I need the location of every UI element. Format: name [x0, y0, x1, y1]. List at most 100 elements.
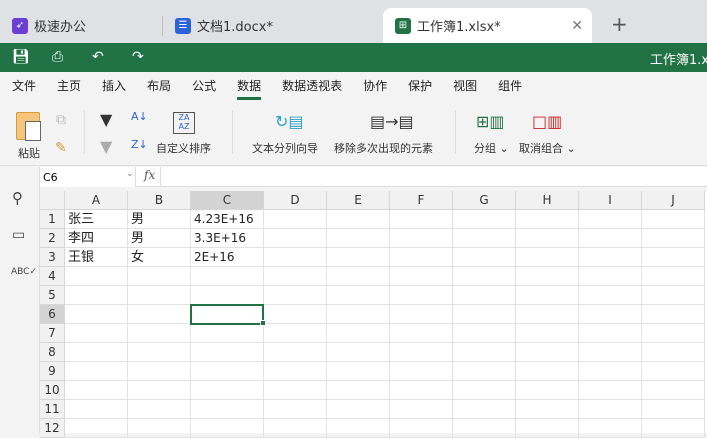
cell-I5[interactable] — [579, 286, 642, 305]
cell-B1[interactable]: 男 — [128, 210, 191, 229]
cell-A2[interactable]: 李四 — [65, 229, 128, 248]
ungroup-icon[interactable]: □▥ — [532, 112, 562, 131]
cell-E6[interactable] — [327, 305, 390, 324]
cell-E3[interactable] — [327, 248, 390, 267]
cell-J12[interactable] — [642, 419, 705, 438]
menu-item[interactable]: 数据透视表 — [282, 72, 342, 100]
cell-A12[interactable] — [65, 419, 128, 438]
cell-J9[interactable] — [642, 362, 705, 381]
cell-I1[interactable] — [579, 210, 642, 229]
cell-B7[interactable] — [128, 324, 191, 343]
cell-F11[interactable] — [390, 400, 453, 419]
select-all-corner[interactable] — [40, 191, 65, 210]
cell-D10[interactable] — [264, 381, 327, 400]
menu-item[interactable]: 公式 — [192, 72, 216, 100]
cell-J5[interactable] — [642, 286, 705, 305]
cell-I11[interactable] — [579, 400, 642, 419]
cell-G6[interactable] — [453, 305, 516, 324]
menu-item[interactable]: 插入 — [102, 72, 126, 100]
cell-B12[interactable] — [128, 419, 191, 438]
cell-D2[interactable] — [264, 229, 327, 248]
cell-F4[interactable] — [390, 267, 453, 286]
cell-I9[interactable] — [579, 362, 642, 381]
cell-C5[interactable] — [191, 286, 264, 305]
menu-item[interactable]: 保护 — [408, 72, 432, 100]
cell-H12[interactable] — [516, 419, 579, 438]
column-header[interactable]: A — [65, 191, 128, 210]
menu-item[interactable]: 协作 — [363, 72, 387, 100]
cell-I10[interactable] — [579, 381, 642, 400]
row-header[interactable]: 10 — [40, 381, 65, 400]
menu-item[interactable]: 组件 — [498, 72, 522, 100]
cell-D7[interactable] — [264, 324, 327, 343]
comment-icon[interactable]: ▭ — [12, 227, 25, 243]
column-header[interactable]: C — [191, 191, 264, 210]
cell-G2[interactable] — [453, 229, 516, 248]
cell-C8[interactable] — [191, 343, 264, 362]
cell-I8[interactable] — [579, 343, 642, 362]
cell-B3[interactable]: 女 — [128, 248, 191, 267]
cell-A3[interactable]: 王银 — [65, 248, 128, 267]
search-icon[interactable]: ⚲ — [12, 189, 23, 207]
cell-H9[interactable] — [516, 362, 579, 381]
cell-D5[interactable] — [264, 286, 327, 305]
cell-E12[interactable] — [327, 419, 390, 438]
cell-A6[interactable] — [65, 305, 128, 324]
cell-F6[interactable] — [390, 305, 453, 324]
cell-B9[interactable] — [128, 362, 191, 381]
menu-item[interactable]: 文件 — [12, 72, 36, 100]
cell-B11[interactable] — [128, 400, 191, 419]
cell-D9[interactable] — [264, 362, 327, 381]
sort-ascending-icon[interactable]: A↓ — [131, 110, 148, 123]
cell-C10[interactable] — [191, 381, 264, 400]
cell-C4[interactable] — [191, 267, 264, 286]
cell-F2[interactable] — [390, 229, 453, 248]
close-icon[interactable]: ✕ — [571, 18, 583, 34]
column-header[interactable]: H — [516, 191, 579, 210]
remove-duplicates-icon[interactable]: ▤→▤ — [370, 112, 414, 131]
group-icon[interactable]: ⊞▥ — [476, 112, 505, 131]
tab-home[interactable]: ➶ 极速办公 — [0, 8, 160, 43]
row-header[interactable]: 12 — [40, 419, 65, 438]
column-header[interactable]: J — [642, 191, 705, 210]
cell-G9[interactable] — [453, 362, 516, 381]
cell-J7[interactable] — [642, 324, 705, 343]
cell-C1[interactable]: 4.23E+16 — [191, 210, 264, 229]
cell-I4[interactable] — [579, 267, 642, 286]
cell-H1[interactable] — [516, 210, 579, 229]
cell-J10[interactable] — [642, 381, 705, 400]
cell-E10[interactable] — [327, 381, 390, 400]
tab-document[interactable]: ☰ 文档1.docx* — [163, 8, 378, 43]
cell-I6[interactable] — [579, 305, 642, 324]
cell-H2[interactable] — [516, 229, 579, 248]
cell-C11[interactable] — [191, 400, 264, 419]
cell-F7[interactable] — [390, 324, 453, 343]
new-tab-button[interactable]: + — [611, 12, 628, 36]
group-button[interactable]: 分组 ⌄ — [474, 140, 509, 156]
spreadsheet-grid[interactable]: A B C D E F G H I J 1 张三男 4.23E+16 2 李四男 3.3E+16 3 王银女 2E+… — [40, 191, 707, 438]
cell-A4[interactable] — [65, 267, 128, 286]
cell-H6[interactable] — [516, 305, 579, 324]
cell-F9[interactable] — [390, 362, 453, 381]
name-box[interactable] — [40, 167, 136, 187]
cell-J11[interactable] — [642, 400, 705, 419]
custom-sort-icon[interactable]: ZA AZ — [173, 112, 195, 134]
row-header[interactable]: 11 — [40, 400, 65, 419]
cell-E11[interactable] — [327, 400, 390, 419]
cell-D6[interactable] — [264, 305, 327, 324]
cell-G7[interactable] — [453, 324, 516, 343]
print-icon[interactable]: ⎙ — [52, 49, 63, 65]
menu-item[interactable]: 布局 — [147, 72, 171, 100]
row-header[interactable]: 7 — [40, 324, 65, 343]
row-header[interactable]: 5 — [40, 286, 65, 305]
cell-I12[interactable] — [579, 419, 642, 438]
cell-D12[interactable] — [264, 419, 327, 438]
sort-descending-icon[interactable]: Z↓ — [131, 138, 148, 151]
menu-item[interactable]: 主页 — [57, 72, 81, 100]
cell-G4[interactable] — [453, 267, 516, 286]
cell-A7[interactable] — [65, 324, 128, 343]
cell-A11[interactable] — [65, 400, 128, 419]
menu-item[interactable]: 数据 — [237, 72, 262, 100]
paste-icon[interactable] — [16, 112, 41, 141]
cell-A1[interactable]: 张三 — [65, 210, 128, 229]
